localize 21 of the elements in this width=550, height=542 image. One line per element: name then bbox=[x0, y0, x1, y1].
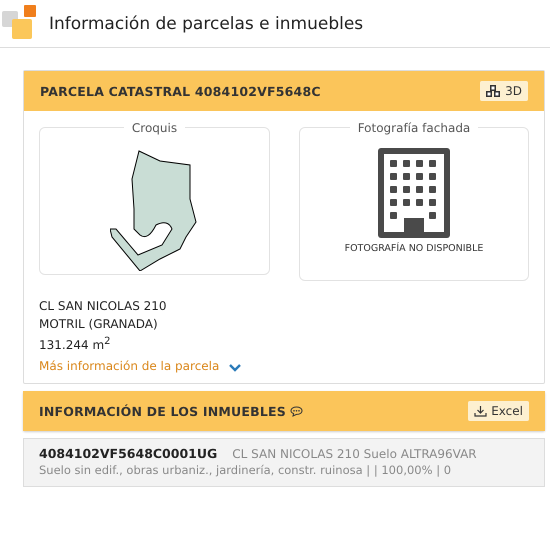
sketch-legend: Croquis bbox=[124, 121, 186, 135]
download-icon bbox=[474, 405, 488, 417]
address-line: 131.244 m$^{2}$ bbox=[39, 335, 112, 354]
cubes-icon bbox=[486, 84, 502, 98]
address-line: MOTRIL (GRANADA) bbox=[39, 316, 159, 333]
building-icon bbox=[378, 148, 450, 238]
page-title: Información de parcelas e inmuebles bbox=[49, 14, 364, 34]
property-address: CL SAN NICOLAS 210 Suelo ALTRA96VAR bbox=[232, 447, 477, 461]
parcel-title: PARCELA CATASTRAL 4084102VF5648C bbox=[40, 84, 322, 98]
comment-icon bbox=[290, 406, 303, 416]
property-reference: 4084102VF5648C0001UG bbox=[39, 446, 218, 461]
address-line: CL SAN NICOLAS 210 bbox=[39, 298, 168, 315]
3d-button[interactable]: 3D bbox=[480, 81, 528, 101]
property-details: Suelo sin edif., obras urbaniz., jardinería, constr. ruinosa | | 100,00% | 0 bbox=[39, 463, 452, 477]
photo-unavailable-text: FOTOGRAFÍA NO DISPONIBLE bbox=[344, 243, 484, 254]
photo-legend: Fotografía fachada bbox=[350, 121, 478, 135]
excel-button[interactable]: Excel bbox=[468, 401, 529, 421]
logo-icon bbox=[2, 4, 36, 40]
property-item[interactable]: 4084102VF5648C0001UG CL SAN NICOLAS 210 Suelo ALTRA96VAR Suelo sin edif., obras urbaniz., jardinería, constr. ruinosa | | 100,00% | 0 bbox=[23, 438, 545, 487]
chevron-icon bbox=[229, 364, 242, 372]
properties-title: INFORMACIÓN DE LOS INMUEBLES bbox=[39, 404, 286, 418]
